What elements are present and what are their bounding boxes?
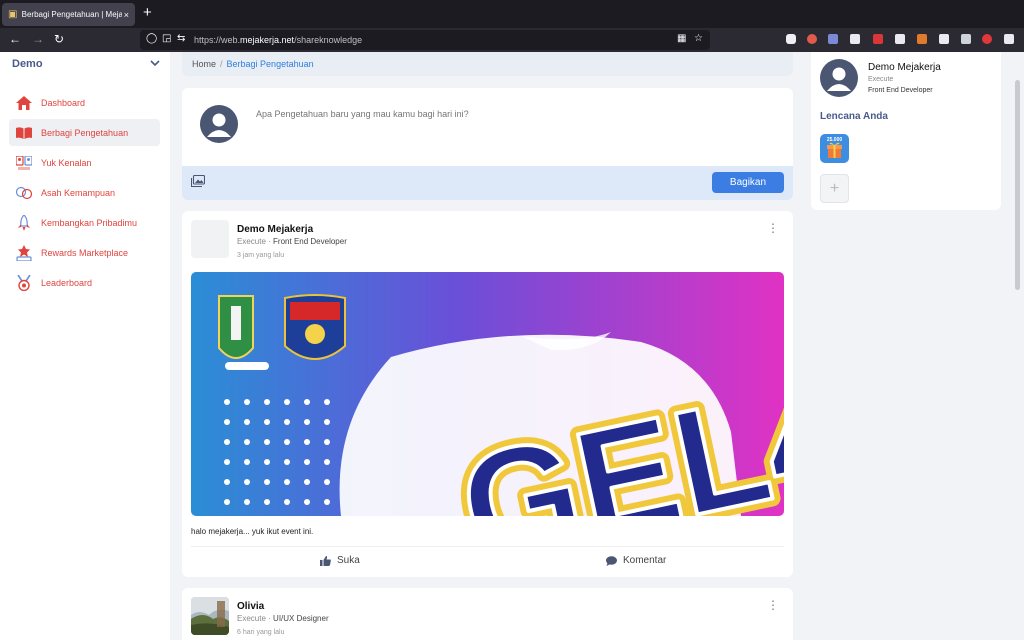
add-badge-button[interactable]: + <box>820 174 849 203</box>
sidebar-item-label: Dashboard <box>41 97 86 108</box>
profile-role: Front End Developer <box>868 87 933 94</box>
post-meta: Execute · UI/UX Designer <box>237 614 329 623</box>
browser-tab[interactable]: ▣ Berbagi Pengetahuan | MejaKerja × <box>2 3 135 26</box>
avatar <box>200 105 238 143</box>
post-time: 3 jam yang lalu <box>237 252 285 259</box>
sidebar: Demo Dashboard Berbagi Pengetahuan Yuk K… <box>0 52 170 640</box>
comment-button[interactable]: Komentar <box>606 555 666 566</box>
extension-tiles-icon[interactable] <box>895 34 905 44</box>
home-icon <box>15 94 33 112</box>
profile-level: Execute <box>868 76 894 83</box>
post-avatar[interactable] <box>191 597 229 635</box>
extension-fox-icon[interactable] <box>917 34 927 44</box>
rocket-icon <box>15 214 33 232</box>
sidebar-item-label: Yuk Kenalan <box>41 157 92 168</box>
comment-icon <box>606 555 617 566</box>
like-label: Suka <box>337 555 360 566</box>
breadcrumb-home-link[interactable]: Home <box>192 59 216 69</box>
chevron-down-icon[interactable] <box>150 58 160 68</box>
sidebar-item-label: Kembangkan Pribadimu <box>41 217 138 228</box>
people-icon <box>15 154 33 172</box>
browser-tab-bar: ▣ Berbagi Pengetahuan | MejaKerja × + <box>0 0 1024 28</box>
badges-title: Lencana Anda <box>820 111 888 122</box>
extension-puzzle-icon[interactable] <box>961 34 971 44</box>
sidebar-item-dashboard[interactable]: Dashboard <box>9 89 160 116</box>
breadcrumb-current: Berbagi Pengetahuan <box>226 59 314 69</box>
badge-item[interactable]: 25.000 <box>820 134 849 163</box>
lock-icon[interactable]: ◲ <box>162 33 171 44</box>
url-text: https://web.mejakerja.net/shareknowledge <box>194 35 363 45</box>
extension-pen-icon[interactable] <box>828 34 838 44</box>
share-button[interactable]: Bagikan <box>712 172 784 193</box>
extension-box-icon[interactable] <box>939 34 949 44</box>
reload-icon[interactable]: ↻ <box>54 32 64 46</box>
book-icon <box>15 124 33 142</box>
extension-red-icon[interactable] <box>873 34 883 44</box>
sidebar-item-label: Rewards Marketplace <box>41 247 129 258</box>
book-favicon-icon: ▣ <box>8 8 18 20</box>
post-avatar[interactable] <box>191 220 229 258</box>
avatar[interactable] <box>820 59 858 97</box>
user-icon <box>827 67 851 91</box>
back-icon[interactable]: ← <box>9 32 21 46</box>
thumbs-up-icon <box>320 555 331 566</box>
adblock-icon[interactable] <box>982 34 992 44</box>
user-icon <box>207 113 231 137</box>
sidebar-item-label: Berbagi Pengetahuan <box>41 127 129 138</box>
sidebar-header[interactable]: Demo <box>12 58 160 70</box>
sidebar-item-rewards-marketplace[interactable]: Rewards Marketplace <box>9 239 160 266</box>
sidebar-title: Demo <box>12 58 43 70</box>
sidebar-item-kembangkan-pribadimu[interactable]: Kembangkan Pribadimu <box>9 209 160 236</box>
extension-grid-icon[interactable] <box>850 34 860 44</box>
composer-bar: Bagikan <box>182 166 793 200</box>
post-meta: Execute · Front End Developer <box>237 237 347 246</box>
post-time: 6 hari yang lalu <box>237 629 285 636</box>
tab-title: Berbagi Pengetahuan | MejaKerja <box>21 10 122 19</box>
more-options-icon[interactable]: ⋮ <box>767 222 779 234</box>
url-bar[interactable]: ◯ ◲ ⇆ https://web.mejakerja.net/sharekno… <box>140 30 710 50</box>
skill-icon <box>15 184 33 202</box>
qr-code-icon[interactable]: ▦ <box>677 33 686 44</box>
sidebar-item-label: Leaderboard <box>41 277 93 288</box>
pocket-icon[interactable] <box>786 34 796 44</box>
breadcrumb-separator: / <box>220 59 223 69</box>
sidebar-item-leaderboard[interactable]: Leaderboard <box>9 269 160 296</box>
sidebar-item-asah-kemampuan[interactable]: Asah Kemampuan <box>9 179 160 206</box>
browser-toolbar: ← → ↻ ◯ ◲ ⇆ https://web.mejakerja.net/sh… <box>0 28 1024 52</box>
like-button[interactable]: Suka <box>320 555 360 566</box>
permissions-icon[interactable]: ⇆ <box>177 33 185 44</box>
more-options-icon[interactable]: ⋮ <box>767 599 779 611</box>
post-author[interactable]: Demo Mejakerja <box>237 224 313 235</box>
forward-icon[interactable]: → <box>32 32 44 46</box>
profile-card: Demo Mejakerja Execute Front End Develop… <box>811 52 1001 210</box>
sidebar-item-label: Asah Kemampuan <box>41 187 116 198</box>
composer-input[interactable] <box>256 109 756 119</box>
breadcrumb: Home / Berbagi Pengetahuan <box>182 52 793 76</box>
new-tab-icon[interactable]: + <box>143 4 152 21</box>
comment-label: Komentar <box>623 555 667 566</box>
post-caption: halo mejakerja... yuk ikut event ini. <box>191 527 314 536</box>
profile-name: Demo Mejakerja <box>868 62 941 73</box>
post-author[interactable]: Olivia <box>237 601 264 612</box>
post-composer: Bagikan <box>182 88 793 200</box>
shield-icon[interactable]: ◯ <box>146 33 157 44</box>
crest-right-icon <box>284 294 346 360</box>
menu-icon[interactable] <box>1004 34 1014 44</box>
gift-icon <box>827 142 842 158</box>
scrollbar[interactable] <box>1015 80 1020 290</box>
sidebar-item-yuk-kenalan[interactable]: Yuk Kenalan <box>9 149 160 176</box>
sidebar-item-berbagi-pengetahuan[interactable]: Berbagi Pengetahuan <box>9 119 160 146</box>
medal-icon <box>15 274 33 292</box>
image-upload-icon[interactable] <box>191 175 205 187</box>
bookmark-star-icon[interactable]: ☆ <box>694 33 703 44</box>
post-card: Olivia Execute · UI/UX Designer 6 hari y… <box>182 588 793 640</box>
post-card: Demo Mejakerja Execute · Front End Devel… <box>182 211 793 577</box>
extension-circle-icon[interactable] <box>807 34 817 44</box>
divider <box>191 546 784 547</box>
rewards-icon <box>15 244 33 262</box>
close-tab-icon[interactable]: × <box>124 10 129 20</box>
post-image[interactable]: GEL4R GEL4R <box>191 272 784 516</box>
